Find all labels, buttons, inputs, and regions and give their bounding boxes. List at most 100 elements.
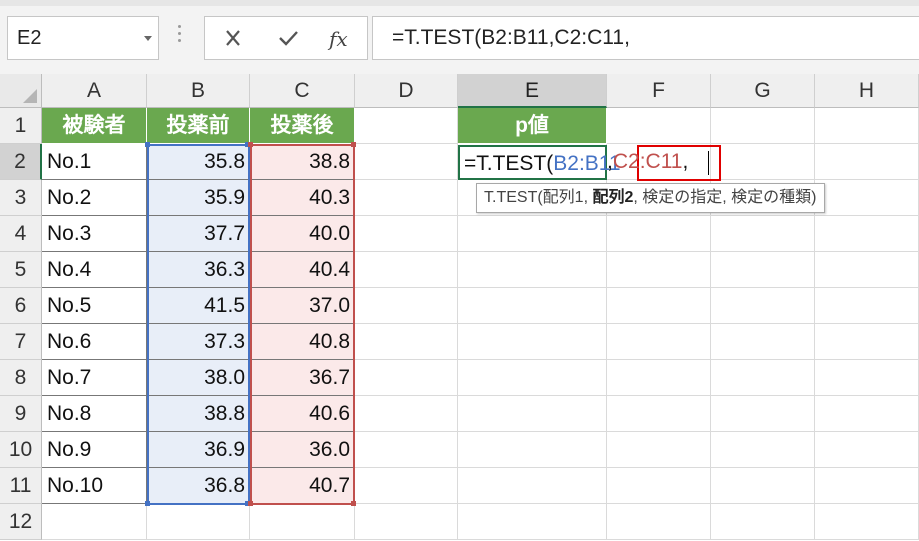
cell-empty[interactable] — [250, 504, 355, 540]
cell-b2[interactable]: 35.8 — [147, 144, 250, 180]
cell-empty[interactable] — [711, 396, 815, 432]
cell-empty[interactable] — [147, 504, 250, 540]
cell-empty[interactable] — [711, 504, 815, 540]
cell-c8[interactable]: 36.7 — [250, 360, 355, 396]
select-all-button[interactable] — [0, 74, 42, 108]
cell-empty[interactable] — [607, 108, 711, 144]
cell-empty[interactable] — [711, 432, 815, 468]
cell-a9[interactable]: No.8 — [42, 396, 147, 432]
cell-empty[interactable] — [711, 144, 815, 180]
cell-empty[interactable] — [458, 360, 607, 396]
cell-b11[interactable]: 36.8 — [147, 468, 250, 504]
column-header-e[interactable]: E — [458, 74, 607, 108]
cell-empty[interactable] — [458, 324, 607, 360]
cell-empty[interactable] — [711, 324, 815, 360]
row-header-2[interactable]: 2 — [0, 144, 42, 180]
check-icon[interactable] — [268, 17, 308, 59]
cell-c1[interactable]: 投薬後 — [250, 108, 355, 144]
range-handle-c-br[interactable] — [351, 501, 356, 506]
cell-empty[interactable] — [815, 216, 919, 252]
cell-empty[interactable] — [458, 216, 607, 252]
range-handle-c-bl[interactable] — [248, 501, 253, 506]
column-header-d[interactable]: D — [355, 74, 458, 108]
cell-empty[interactable] — [815, 108, 919, 144]
cell-c5[interactable]: 40.4 — [250, 252, 355, 288]
cell-empty[interactable] — [355, 360, 458, 396]
cell-b9[interactable]: 38.8 — [147, 396, 250, 432]
cell-b1[interactable]: 投薬前 — [147, 108, 250, 144]
active-cell-e2[interactable]: =T.TEST(B2:B11 — [458, 145, 621, 180]
cell-empty[interactable] — [355, 252, 458, 288]
range-handle-b-bl[interactable] — [145, 501, 150, 506]
row-header-5[interactable]: 5 — [0, 252, 42, 288]
cell-c3[interactable]: 40.3 — [250, 180, 355, 216]
cell-c2[interactable]: 38.8 — [250, 144, 355, 180]
cell-empty[interactable] — [355, 468, 458, 504]
cell-empty[interactable] — [607, 216, 711, 252]
cell-empty[interactable] — [711, 360, 815, 396]
cell-c10[interactable]: 36.0 — [250, 432, 355, 468]
chevron-down-icon[interactable] — [144, 36, 152, 41]
cell-a4[interactable]: No.3 — [42, 216, 147, 252]
cell-empty[interactable] — [355, 144, 458, 180]
row-header-10[interactable]: 10 — [0, 432, 42, 468]
row-header-1[interactable]: 1 — [0, 108, 42, 144]
row-header-11[interactable]: 11 — [0, 468, 42, 504]
cell-empty[interactable] — [458, 432, 607, 468]
insert-function-button[interactable]: fx — [329, 27, 348, 51]
cell-empty[interactable] — [458, 396, 607, 432]
cell-empty[interactable] — [607, 252, 711, 288]
range-handle-c-tr[interactable] — [351, 142, 356, 147]
cell-empty[interactable] — [355, 432, 458, 468]
cell-empty[interactable] — [815, 144, 919, 180]
cell-empty[interactable] — [815, 324, 919, 360]
cell-empty[interactable] — [607, 288, 711, 324]
cell-a1[interactable]: 被験者 — [42, 108, 147, 144]
cell-a11[interactable]: No.10 — [42, 468, 147, 504]
cell-empty[interactable] — [607, 504, 711, 540]
cell-b5[interactable]: 36.3 — [147, 252, 250, 288]
cell-b3[interactable]: 35.9 — [147, 180, 250, 216]
cell-empty[interactable] — [458, 468, 607, 504]
cell-a7[interactable]: No.6 — [42, 324, 147, 360]
cell-empty[interactable] — [711, 288, 815, 324]
row-header-12[interactable]: 12 — [0, 504, 42, 540]
row-header-3[interactable]: 3 — [0, 180, 42, 216]
cell-b10[interactable]: 36.9 — [147, 432, 250, 468]
cell-empty[interactable] — [355, 504, 458, 540]
cell-empty[interactable] — [355, 216, 458, 252]
cell-empty[interactable] — [607, 432, 711, 468]
column-header-a[interactable]: A — [42, 74, 147, 108]
cell-empty[interactable] — [815, 504, 919, 540]
cell-c7[interactable]: 40.8 — [250, 324, 355, 360]
column-header-b[interactable]: B — [147, 74, 250, 108]
cell-c11[interactable]: 40.7 — [250, 468, 355, 504]
column-header-h[interactable]: H — [815, 74, 919, 108]
cell-c9[interactable]: 40.6 — [250, 396, 355, 432]
cell-a2[interactable]: No.1 — [42, 144, 147, 180]
cell-empty[interactable] — [815, 432, 919, 468]
cell-empty[interactable] — [355, 180, 458, 216]
cell-empty[interactable] — [607, 324, 711, 360]
row-header-8[interactable]: 8 — [0, 360, 42, 396]
name-box[interactable]: E2 — [7, 16, 159, 60]
row-header-6[interactable]: 6 — [0, 288, 42, 324]
formula-input[interactable]: =T.TEST(B2:B11,C2:C11, — [372, 16, 919, 60]
cell-a8[interactable]: No.7 — [42, 360, 147, 396]
cell-a3[interactable]: No.2 — [42, 180, 147, 216]
row-header-9[interactable]: 9 — [0, 396, 42, 432]
cell-a6[interactable]: No.5 — [42, 288, 147, 324]
cell-empty[interactable] — [355, 396, 458, 432]
cell-empty[interactable] — [711, 108, 815, 144]
cell-empty[interactable] — [458, 252, 607, 288]
cell-empty[interactable] — [711, 252, 815, 288]
tooltip-arg2[interactable]: 配列2 — [592, 189, 633, 206]
cell-e1[interactable]: p値 — [458, 108, 607, 144]
cell-empty[interactable] — [815, 288, 919, 324]
cell-a10[interactable]: No.9 — [42, 432, 147, 468]
splitter-handle[interactable] — [178, 25, 182, 46]
cell-empty[interactable] — [815, 396, 919, 432]
cell-c4[interactable]: 40.0 — [250, 216, 355, 252]
cell-b8[interactable]: 38.0 — [147, 360, 250, 396]
cell-empty[interactable] — [355, 108, 458, 144]
